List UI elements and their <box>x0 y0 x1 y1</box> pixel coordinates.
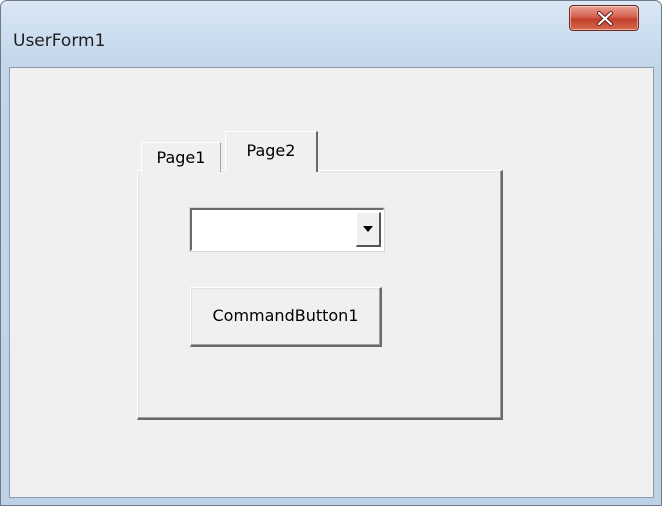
combobox[interactable] <box>190 208 384 251</box>
userform-window: UserForm1 Page1 Page2 CommandButton1 <box>0 0 662 506</box>
form-client-area: Page1 Page2 CommandButton1 <box>9 67 654 498</box>
combobox-dropdown-button[interactable] <box>356 212 381 247</box>
window-title: UserForm1 <box>13 31 106 51</box>
close-icon <box>597 11 613 26</box>
title-bar[interactable]: UserForm1 <box>1 1 661 67</box>
combobox-input[interactable] <box>192 210 342 250</box>
command-button-1[interactable]: CommandButton1 <box>190 287 382 347</box>
dropdown-arrow-icon <box>363 226 373 232</box>
tab-page1[interactable]: Page1 <box>141 142 221 172</box>
close-button[interactable] <box>569 5 639 31</box>
tab-page2[interactable]: Page2 <box>225 131 318 172</box>
